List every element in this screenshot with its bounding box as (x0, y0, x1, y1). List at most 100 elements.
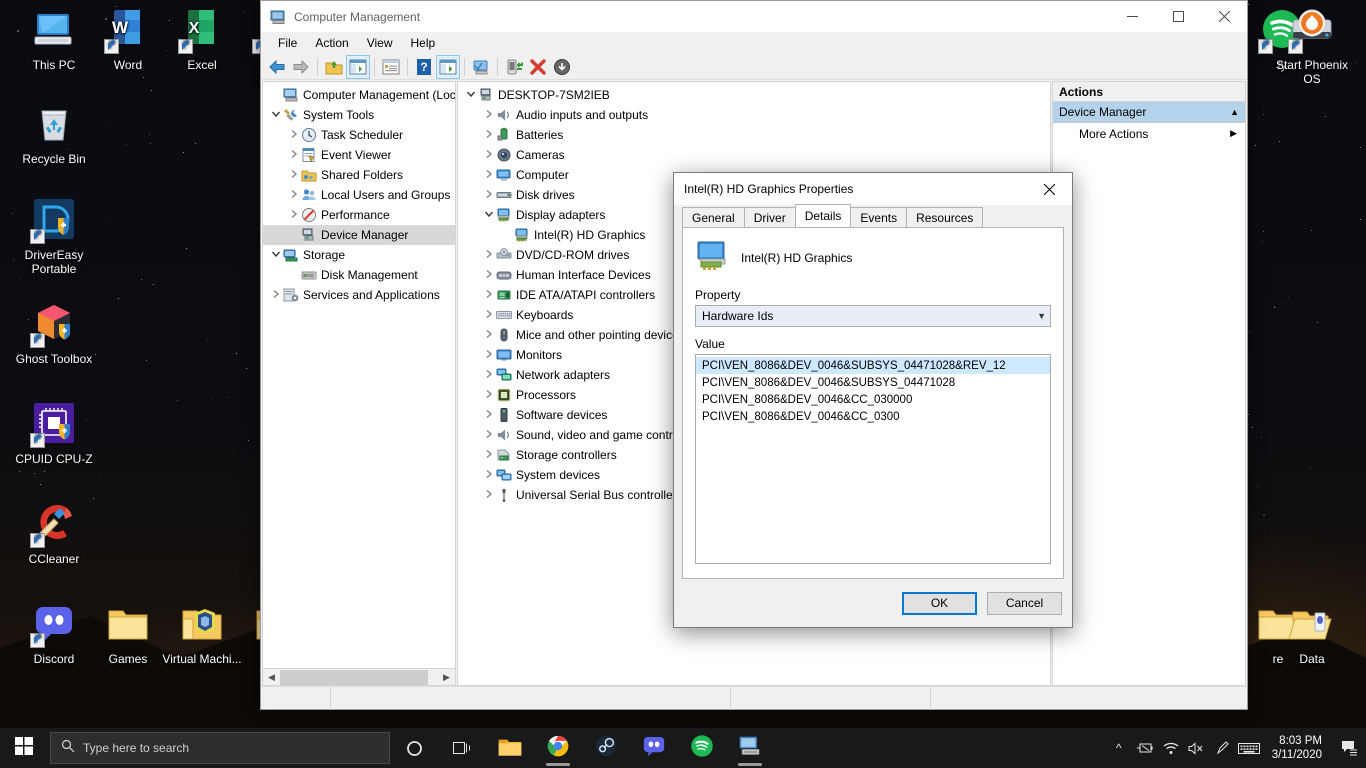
ok-button[interactable]: OK (902, 591, 977, 615)
menu-item-action[interactable]: Action (306, 34, 357, 52)
minimize-button[interactable] (1109, 1, 1155, 32)
console-tree[interactable]: Computer Management (Local System Tools Ta… (263, 82, 455, 668)
chevron-right-icon[interactable] (287, 189, 301, 201)
desktop-icon-ghost-toolbox[interactable]: Ghost Toolbox (8, 300, 100, 366)
desktop-icon-phoenix-os[interactable]: Start Phoenix OS (1266, 6, 1358, 86)
tree-item[interactable]: Storage (263, 245, 455, 265)
value-list-item[interactable]: PCI\VEN_8086&DEV_0046&CC_0300 (696, 408, 1050, 425)
menu-bar[interactable]: File Action View Help (261, 32, 1247, 54)
chevron-right-icon[interactable] (482, 429, 496, 441)
properties-icon[interactable] (379, 55, 403, 79)
taskbar-steam[interactable] (582, 728, 630, 768)
system-tray[interactable]: ^ 8:03 PM 3/11/2020 (1106, 728, 1366, 768)
tree-item[interactable]: Performance (263, 205, 455, 225)
chevron-down-icon[interactable] (464, 89, 478, 101)
chevron-down-icon[interactable]: ▼ (1037, 311, 1046, 321)
tree-item[interactable]: Shared Folders (263, 165, 455, 185)
tab-resources[interactable]: Resources (906, 207, 984, 227)
volume-muted-icon[interactable] (1184, 728, 1210, 768)
cortana-button[interactable] (390, 728, 438, 768)
close-button[interactable] (1201, 1, 1247, 32)
tree-horizontal-scrollbar[interactable]: ◀ ▶ (263, 668, 455, 685)
touch-keyboard-icon[interactable] (1236, 728, 1262, 768)
scroll-right-icon[interactable]: ▶ (438, 670, 455, 685)
chevron-right-icon[interactable] (287, 169, 301, 181)
window-titlebar[interactable]: Computer Management (261, 1, 1247, 32)
taskbar-computer-management[interactable] (726, 728, 774, 768)
start-button[interactable] (0, 728, 48, 768)
tree-item[interactable]: DESKTOP-7SM2IEB (458, 85, 1050, 105)
pen-icon[interactable] (1210, 728, 1236, 768)
device-properties-dialog[interactable]: Intel(R) HD Graphics Properties General D… (673, 172, 1073, 628)
tree-item[interactable]: Event Viewer (263, 145, 455, 165)
show-console-tree-icon[interactable] (346, 54, 370, 79)
chevron-right-icon[interactable] (482, 329, 496, 341)
menu-item-view[interactable]: View (358, 34, 402, 52)
tab-events[interactable]: Events (850, 207, 908, 227)
chevron-right-icon[interactable] (482, 389, 496, 401)
scroll-left-icon[interactable]: ◀ (263, 670, 280, 685)
property-dropdown[interactable]: Hardware Ids ▼ (695, 305, 1051, 327)
chevron-right-icon[interactable] (482, 409, 496, 421)
desktop-icon-recycle-bin[interactable]: Recycle Bin (8, 100, 100, 166)
action-center-button[interactable] (1332, 728, 1366, 768)
dialog-titlebar[interactable]: Intel(R) HD Graphics Properties (674, 173, 1072, 205)
menu-item-file[interactable]: File (269, 34, 306, 52)
taskbar-spotify[interactable] (678, 728, 726, 768)
chevron-right-icon[interactable] (287, 149, 301, 161)
value-list-item[interactable]: PCI\VEN_8086&DEV_0046&CC_030000 (696, 391, 1050, 408)
tree-item[interactable]: Task Scheduler (263, 125, 455, 145)
desktop-icon-folder-open[interactable]: Data (1266, 600, 1358, 666)
dialog-close-button[interactable] (1027, 174, 1072, 205)
chevron-right-icon[interactable] (287, 129, 301, 141)
chevron-right-icon[interactable] (482, 369, 496, 381)
disable-device-icon[interactable] (550, 55, 574, 79)
update-driver-icon[interactable] (502, 55, 526, 79)
chevron-right-icon[interactable] (287, 209, 301, 221)
chevron-down-icon[interactable] (269, 109, 283, 121)
dialog-tabs[interactable]: General Driver Details Events Resources (674, 204, 1072, 227)
show-action-pane-icon[interactable] (436, 54, 460, 79)
actions-group-device-manager[interactable]: Device Manager ▲ (1053, 102, 1245, 123)
tree-item[interactable]: Device Manager (263, 225, 455, 245)
tab-general[interactable]: General (682, 207, 745, 227)
wifi-icon[interactable] (1158, 728, 1184, 768)
tree-item[interactable]: Batteries (458, 125, 1050, 145)
chevron-right-icon[interactable] (482, 309, 496, 321)
task-view-button[interactable] (438, 728, 486, 768)
chevron-right-icon[interactable] (269, 289, 283, 301)
desktop-icon-ccleaner[interactable]: CCleaner (8, 500, 100, 566)
taskbar-chrome[interactable] (534, 728, 582, 768)
tree-item[interactable]: Local Users and Groups (263, 185, 455, 205)
taskbar[interactable]: Type here to search ^ 8:03 PM 3/11/2020 (0, 728, 1366, 768)
chevron-right-icon[interactable] (482, 349, 496, 361)
help-icon[interactable]: ? (412, 55, 436, 79)
tree-item[interactable]: Cameras (458, 145, 1050, 165)
show-hidden-icons-icon[interactable]: ^ (1106, 728, 1132, 768)
desktop-icon-drivereasy[interactable]: DriverEasy Portable (8, 196, 100, 276)
chevron-down-icon[interactable] (482, 209, 496, 221)
chevron-right-icon[interactable] (482, 449, 496, 461)
chevron-right-icon[interactable] (482, 269, 496, 281)
chevron-right-icon[interactable] (482, 469, 496, 481)
chevron-up-icon[interactable]: ▲ (1230, 107, 1239, 117)
tree-item[interactable]: System Tools (263, 105, 455, 125)
chevron-right-icon[interactable] (482, 169, 496, 181)
uninstall-device-icon[interactable] (526, 55, 550, 79)
chevron-down-icon[interactable] (269, 249, 283, 261)
chevron-right-icon[interactable] (482, 149, 496, 161)
taskbar-discord[interactable] (630, 728, 678, 768)
chevron-right-icon[interactable] (482, 109, 496, 121)
value-listbox[interactable]: PCI\VEN_8086&DEV_0046&SUBSYS_04471028&RE… (695, 354, 1051, 564)
action-more-actions[interactable]: More Actions ▶ (1053, 123, 1245, 144)
tab-details[interactable]: Details (794, 204, 852, 227)
value-list-item[interactable]: PCI\VEN_8086&DEV_0046&SUBSYS_04471028&RE… (696, 357, 1050, 374)
up-folder-icon[interactable] (322, 55, 346, 79)
value-list-item[interactable]: PCI\VEN_8086&DEV_0046&SUBSYS_04471028 (696, 374, 1050, 391)
tree-item[interactable]: Computer Management (Local (263, 85, 455, 105)
actions-pane[interactable]: Actions Device Manager ▲ More Actions ▶ (1052, 81, 1246, 686)
tab-driver[interactable]: Driver (743, 207, 796, 227)
back-icon[interactable] (265, 55, 289, 79)
cancel-button[interactable]: Cancel (987, 591, 1062, 615)
tree-item[interactable]: Audio inputs and outputs (458, 105, 1050, 125)
